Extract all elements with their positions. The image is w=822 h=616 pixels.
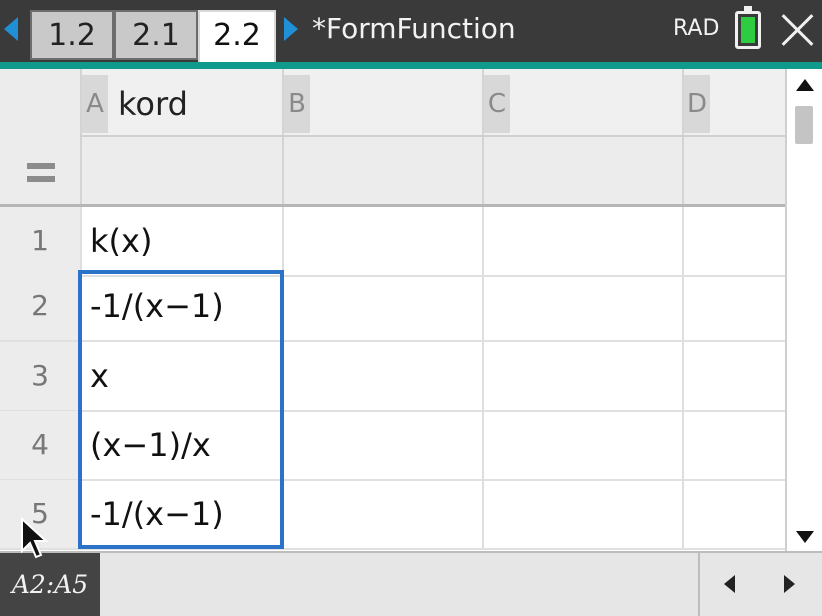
table-row: 1 k(x) [0, 207, 785, 277]
corner-cell[interactable] [0, 69, 80, 137]
table-row: 5 -1/(x−1) [0, 480, 785, 550]
cell-d2[interactable] [682, 272, 785, 340]
entry-line-input[interactable] [100, 553, 698, 616]
scrollbar-thumb[interactable] [795, 106, 813, 144]
column-letter: A [82, 75, 108, 133]
formula-cell-c[interactable] [482, 137, 682, 204]
column-letter: D [684, 75, 710, 133]
nav-right-icon[interactable] [784, 575, 795, 593]
cell-d1[interactable] [682, 207, 785, 275]
tab-2-2[interactable]: 2.2 [198, 10, 276, 68]
cell-b2[interactable] [282, 272, 482, 340]
column-header-b[interactable]: B [282, 69, 482, 135]
column-header-row: A kord B C D [0, 69, 785, 137]
entry-bar: A2:A5 [0, 551, 822, 616]
cell-c3[interactable] [482, 342, 682, 410]
spreadsheet: A kord B C D 1 k(x) 2 -1/(x−1) 3 x 4 (x−… [0, 69, 785, 551]
scroll-down-icon[interactable] [796, 531, 814, 543]
cell-c5[interactable] [482, 480, 682, 548]
cell-d4[interactable] [682, 411, 785, 479]
cell-c1[interactable] [482, 207, 682, 275]
battery-icon [735, 6, 761, 49]
cell-b5[interactable] [282, 480, 482, 548]
cell-c4[interactable] [482, 411, 682, 479]
row-number[interactable]: 4 [0, 411, 80, 479]
formula-equals-icon[interactable] [27, 163, 55, 183]
nav-left-icon[interactable] [724, 575, 735, 593]
column-letter: C [484, 75, 510, 133]
cell-a5[interactable]: -1/(x−1) [80, 480, 282, 548]
cell-d5[interactable] [682, 480, 785, 548]
close-icon[interactable] [780, 12, 816, 48]
entry-nav [698, 553, 822, 616]
cell-a1[interactable]: k(x) [80, 207, 282, 275]
column-header-a[interactable]: A kord [80, 69, 282, 135]
table-row: 3 x [0, 342, 785, 412]
table-row: 2 -1/(x−1) [0, 272, 785, 342]
tab-2-1[interactable]: 2.1 [114, 10, 198, 60]
vertical-scrollbar[interactable] [785, 69, 822, 551]
column-header-d[interactable]: D [682, 69, 785, 135]
row-number[interactable]: 5 [0, 480, 80, 548]
active-tab-underline [0, 62, 822, 69]
cell-b3[interactable] [282, 342, 482, 410]
tab-1-2[interactable]: 1.2 [30, 10, 114, 60]
row-number[interactable]: 3 [0, 342, 80, 410]
cell-a4[interactable]: (x−1)/x [80, 411, 282, 479]
column-name: kord [118, 85, 188, 123]
cell-c2[interactable] [482, 272, 682, 340]
table-row: 4 (x−1)/x [0, 411, 785, 481]
cell-reference: A2:A5 [0, 553, 100, 616]
cell-d3[interactable] [682, 342, 785, 410]
scroll-up-icon[interactable] [796, 79, 814, 91]
angle-mode-indicator: RAD [673, 16, 720, 41]
column-formula-row [0, 137, 785, 207]
row-number[interactable]: 1 [0, 207, 80, 275]
tab-right-arrow-icon[interactable] [284, 17, 298, 41]
formula-cell-d[interactable] [682, 137, 785, 204]
formula-cell-b[interactable] [282, 137, 482, 204]
cell-b1[interactable] [282, 207, 482, 275]
cell-a3[interactable]: x [80, 342, 282, 410]
top-bar: 1.2 2.1 2.2 *FormFunction RAD [0, 0, 822, 69]
battery-level [741, 17, 755, 43]
cell-a2[interactable]: -1/(x−1) [80, 272, 282, 340]
tab-left-arrow-icon[interactable] [4, 17, 18, 41]
column-header-c[interactable]: C [482, 69, 682, 135]
document-title: *FormFunction [312, 12, 516, 45]
formula-cell-a[interactable] [80, 137, 282, 204]
row-number[interactable]: 2 [0, 272, 80, 340]
column-letter: B [284, 75, 310, 133]
cell-b4[interactable] [282, 411, 482, 479]
